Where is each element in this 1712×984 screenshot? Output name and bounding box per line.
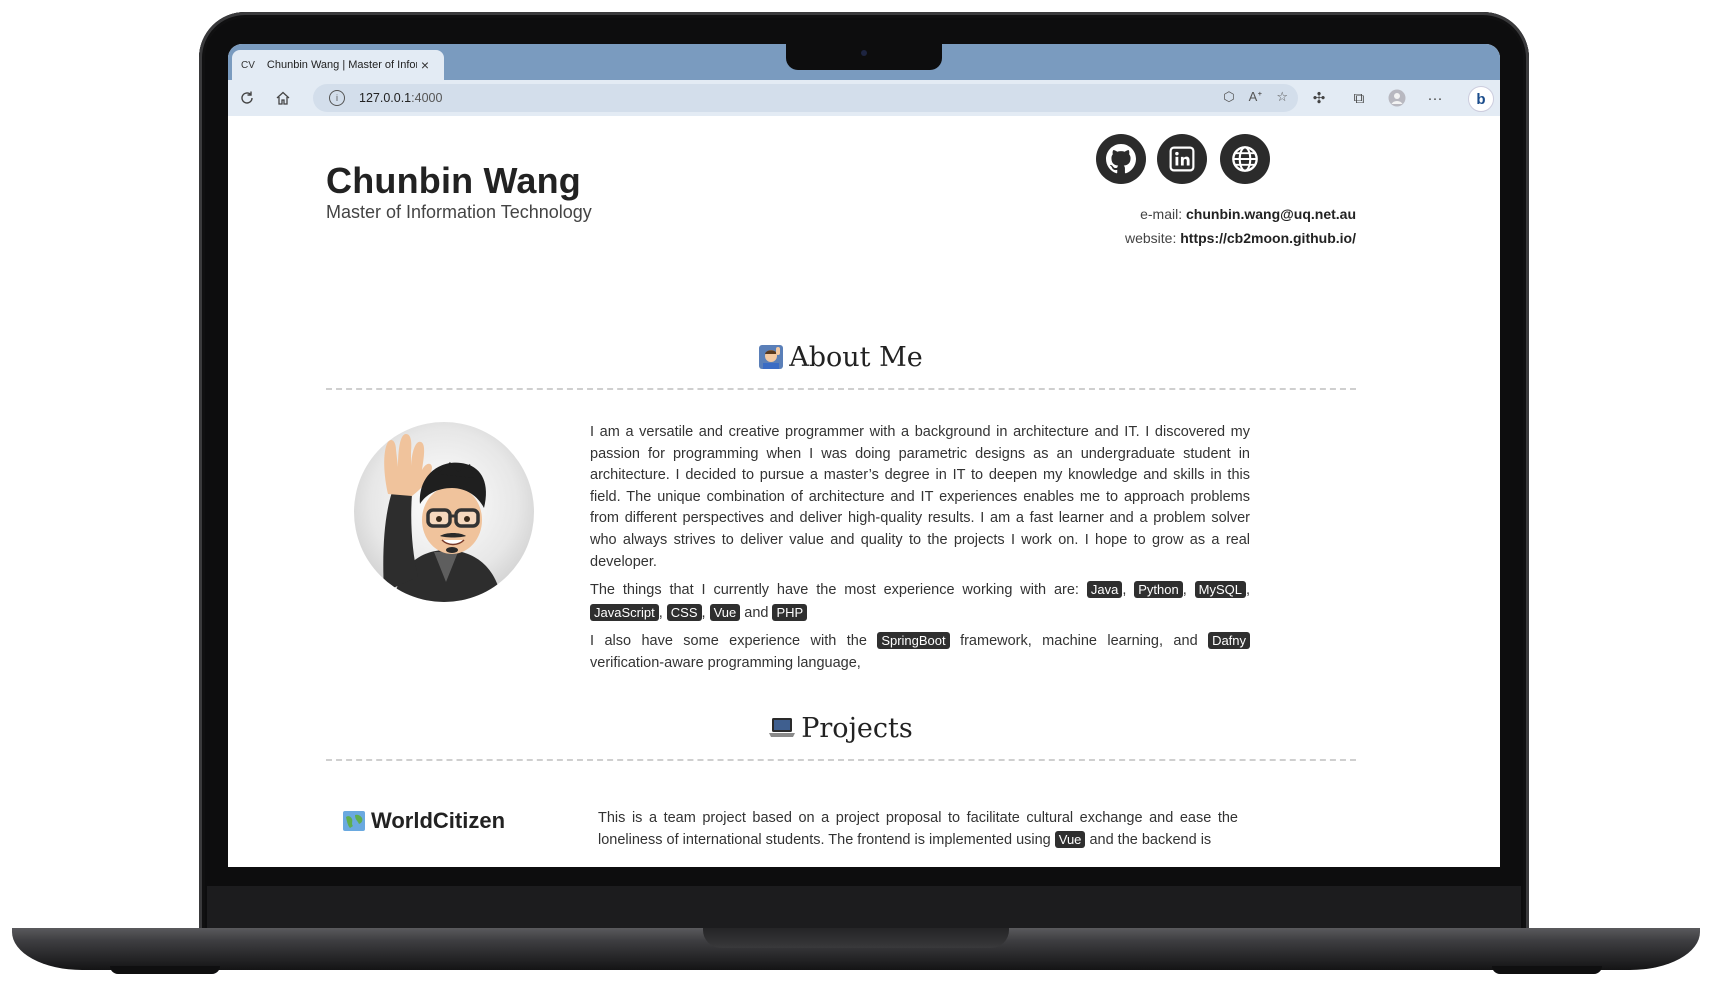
project-name[interactable]: WorldCitizen	[371, 808, 505, 833]
laptop-foot-left	[110, 966, 220, 974]
about-paragraph-2: The things that I currently have the mos…	[590, 581, 1251, 621]
laptop-base-notch	[703, 928, 1009, 948]
laptop-hinge	[207, 886, 1521, 928]
about-paragraph-1: I am a versatile and creative programmer…	[590, 424, 1250, 570]
tag-icon[interactable]: ⬡	[1223, 89, 1234, 105]
skill-tag-mysql: MySQL	[1194, 581, 1246, 599]
url-text: 127.0.0.1:4000	[359, 91, 442, 105]
screen: CV Chunbin Wang | Master of Information …	[228, 44, 1500, 867]
email-link[interactable]: chunbin.wang@uq.net.au	[1186, 206, 1356, 222]
browser-toolbar: i 127.0.0.1:4000 ⬡ Aᐩ ☆ ✣ ⧉ ··· b	[228, 80, 1500, 116]
skill-tag-springboot: SpringBoot	[877, 632, 950, 650]
tab-favicon: CV	[241, 59, 255, 71]
project-description: This is a team project based on a projec…	[598, 808, 1238, 851]
project-tag-vue: Vue	[1054, 831, 1086, 848]
project-title: WorldCitizen	[343, 808, 505, 837]
skill-tag-vue: Vue	[709, 603, 741, 621]
email-label: e-mail:	[1140, 206, 1183, 222]
about-divider	[326, 388, 1356, 390]
extensions-icon[interactable]: ✣	[1308, 87, 1330, 109]
email-line: e-mail: chunbin.wang@uq.net.au	[1140, 206, 1356, 222]
projects-divider	[326, 759, 1356, 761]
bing-copilot-icon[interactable]: b	[1468, 86, 1494, 112]
avatar	[354, 422, 534, 602]
about-p3-c: verification-aware programming language,	[590, 654, 861, 671]
address-bar[interactable]: i 127.0.0.1:4000 ⬡ Aᐩ ☆	[313, 84, 1298, 112]
reload-icon[interactable]	[236, 87, 258, 109]
skill-tag-python: Python	[1134, 581, 1183, 599]
site-info-icon[interactable]: i	[329, 90, 345, 106]
project-desc-tail: and the backend is	[1089, 832, 1212, 848]
projects-section-title: Projects	[326, 713, 1356, 747]
skill-tag-java: Java	[1086, 581, 1123, 599]
about-p3-b: framework, machine learning, and	[960, 633, 1198, 650]
about-p3-a: I also have some experience with the	[590, 633, 867, 650]
about-text: I am a versatile and creative programmer…	[590, 422, 1251, 681]
camera-icon	[861, 50, 867, 56]
cv-page: Chunbin Wang Master of Information Techn…	[228, 116, 1500, 867]
raising-hand-icon	[759, 345, 784, 376]
laptop-emoji-icon	[769, 716, 796, 747]
browser-tab[interactable]: CV Chunbin Wang | Master of Information …	[232, 50, 444, 80]
skills-intro: The things that I currently have the mos…	[590, 582, 1079, 599]
website-link[interactable]: https://cb2moon.github.io/	[1180, 230, 1356, 246]
url-port: :4000	[411, 91, 443, 105]
world-map-icon	[343, 811, 365, 837]
globe-icon[interactable]	[1220, 134, 1270, 184]
page-title: Chunbin Wang	[326, 160, 581, 201]
profile-icon[interactable]	[1386, 87, 1408, 109]
about-section-title: About Me	[326, 342, 1356, 376]
website-line: website: https://cb2moon.github.io/	[1125, 230, 1356, 246]
laptop-foot-right	[1492, 966, 1602, 974]
skill-tag-dafny: Dafny	[1208, 632, 1251, 650]
website-label: website:	[1124, 230, 1177, 246]
tab-title: Chunbin Wang | Master of Information Tec…	[266, 59, 417, 71]
url-host: 127.0.0.1	[359, 91, 412, 105]
collections-icon[interactable]: ⧉	[1348, 87, 1370, 109]
home-icon[interactable]	[272, 87, 294, 109]
skill-tag-css: CSS	[666, 603, 702, 621]
skill-tag-javascript: JavaScript	[590, 603, 659, 621]
about-title-text: About Me	[789, 342, 923, 373]
tab-close-icon[interactable]: ×	[421, 57, 429, 73]
github-icon[interactable]	[1096, 134, 1146, 184]
more-icon[interactable]: ···	[1424, 87, 1446, 109]
address-bar-actions: ⬡ Aᐩ ☆	[1223, 89, 1288, 105]
page-subtitle: Master of Information Technology	[326, 202, 592, 222]
camera-notch	[786, 44, 942, 70]
skill-tag-php: PHP	[772, 603, 808, 621]
linkedin-icon[interactable]	[1157, 134, 1207, 184]
about-paragraph-3: I also have some experience with the Spr…	[590, 630, 1251, 674]
projects-title-text: Projects	[801, 713, 913, 744]
read-aloud-icon[interactable]: Aᐩ	[1249, 89, 1263, 105]
skills-and: and	[744, 604, 769, 621]
favorite-star-icon[interactable]: ☆	[1276, 89, 1288, 105]
